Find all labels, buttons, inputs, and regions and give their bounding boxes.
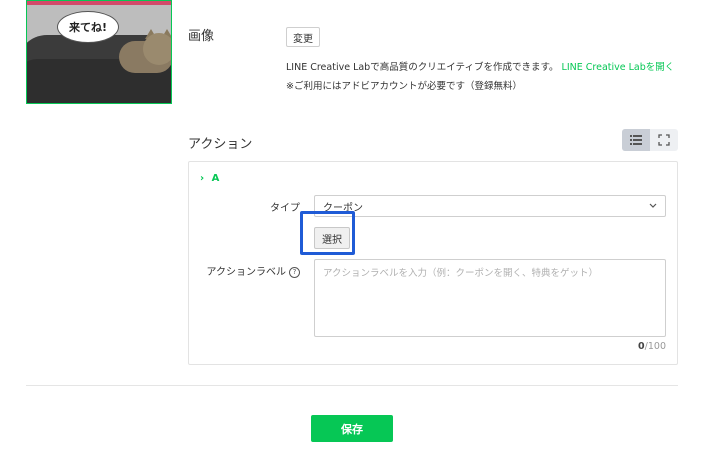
action-section-title: アクション	[188, 137, 253, 152]
expand-icon	[658, 134, 670, 146]
counter-max: /100	[644, 341, 666, 352]
adobe-account-note: ※ご利用にはアドビアカウントが必要です（登録無料）	[286, 81, 522, 92]
select-coupon-button[interactable]: 選択	[314, 227, 350, 249]
creative-lab-info: LINE Creative Labで高品質のクリエイティブを作成できます。 LI…	[286, 59, 674, 73]
preview-cat-head	[143, 33, 171, 65]
chevron-down-icon	[649, 203, 657, 208]
action-a-header[interactable]: › A	[200, 173, 219, 184]
expand-view-button[interactable]	[650, 129, 678, 151]
creative-lab-text: LINE Creative Labで高品質のクリエイティブを作成できます。	[286, 62, 559, 73]
action-label-text: アクションラベル	[206, 267, 287, 278]
character-counter: 0/100	[600, 341, 666, 352]
save-button[interactable]: 保存	[311, 415, 393, 442]
action-label-label: アクションラベル?	[190, 263, 300, 278]
chevron-right-icon: ›	[200, 173, 205, 184]
creative-lab-link[interactable]: LINE Creative Labを開く	[562, 62, 675, 73]
type-select[interactable]: クーポン	[314, 195, 666, 217]
list-icon	[630, 135, 642, 145]
image-preview: 来てね!	[26, 0, 172, 104]
action-label-input[interactable]	[314, 259, 666, 337]
action-a-label: A	[211, 173, 220, 184]
preview-speech-bubble: 来てね!	[57, 11, 119, 43]
list-view-button[interactable]	[622, 129, 650, 151]
divider	[26, 385, 678, 386]
type-label: タイプ	[270, 203, 300, 214]
counter-current: 0	[638, 341, 645, 352]
view-toggle	[622, 129, 678, 151]
change-image-button[interactable]: 変更	[286, 27, 320, 47]
help-icon[interactable]: ?	[289, 267, 300, 278]
image-label: 画像	[188, 29, 215, 44]
preview-top-bar	[27, 1, 171, 5]
